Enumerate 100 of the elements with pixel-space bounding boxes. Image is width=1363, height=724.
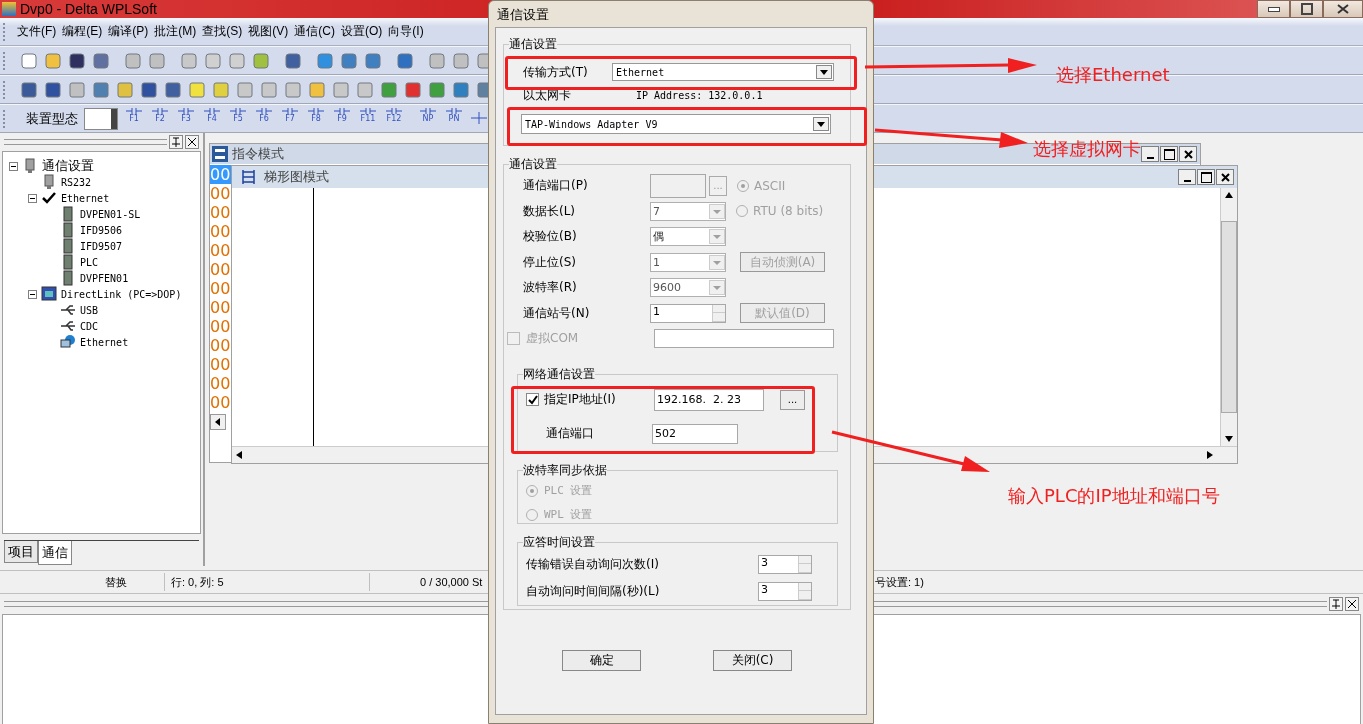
- toolbar-icon[interactable]: [44, 80, 62, 99]
- restore-button[interactable]: [1290, 0, 1323, 18]
- ladder-key-button[interactable]: PN: [444, 107, 464, 130]
- tree-item[interactable]: PLC: [80, 256, 99, 268]
- tree-item[interactable]: CDC: [80, 320, 99, 332]
- pin-icon[interactable]: [1329, 597, 1343, 611]
- toolbar-icon[interactable]: [452, 80, 470, 99]
- menu-item[interactable]: 向导(I): [385, 20, 427, 43]
- tree-item[interactable]: USB: [80, 304, 99, 316]
- ladder-key-button[interactable]: F3: [176, 107, 196, 130]
- tree-item[interactable]: IFD9507: [80, 240, 123, 252]
- tree-item[interactable]: DVPFEN01: [80, 272, 129, 284]
- menu-item[interactable]: 通信(C): [291, 20, 338, 43]
- toolbar-icon[interactable]: [116, 80, 134, 99]
- down-arrow-icon: [1225, 436, 1233, 442]
- close-button[interactable]: [1323, 0, 1363, 18]
- toolbar-icon[interactable]: [164, 80, 182, 99]
- toolbar-icon[interactable]: [404, 80, 422, 99]
- toolbar-icon[interactable]: [308, 80, 326, 99]
- toolbar-icon[interactable]: [428, 51, 446, 70]
- toolbar-icon[interactable]: [20, 80, 38, 99]
- ladder-key-button[interactable]: F9: [332, 107, 352, 130]
- select-field[interactable]: 偶: [650, 227, 726, 247]
- tree-item[interactable]: Ethernet: [80, 336, 129, 348]
- ladder-key-button[interactable]: F8: [306, 107, 326, 130]
- checkbox[interactable]: [526, 393, 539, 406]
- menu-item[interactable]: 批注(M): [151, 20, 200, 43]
- ip-address-field[interactable]: 192.168. 2. 23: [654, 388, 764, 411]
- port-field[interactable]: [650, 173, 706, 198]
- browse-button[interactable]: ...: [780, 389, 805, 410]
- tree-item[interactable]: RS232: [61, 176, 92, 188]
- station-number-field[interactable]: 1: [650, 303, 726, 323]
- menu-item[interactable]: 设置(O): [338, 20, 386, 43]
- tree-item[interactable]: IFD9506: [80, 224, 123, 236]
- ladder-key-button[interactable]: F4: [202, 107, 222, 130]
- number-field[interactable]: 3: [758, 581, 812, 601]
- panel-tab[interactable]: 项目: [4, 541, 38, 563]
- tree-item[interactable]: DirectLink (PC=>DOP): [61, 288, 182, 300]
- select-field[interactable]: 1: [650, 252, 726, 272]
- maximize-button[interactable]: [1160, 146, 1178, 162]
- window-title: 指令模式: [232, 145, 284, 163]
- close-icon: [1337, 4, 1349, 14]
- menu-item[interactable]: 编程(E): [59, 20, 106, 43]
- ladder-key-button[interactable]: F2: [150, 107, 170, 130]
- menu-item[interactable]: 编译(P): [105, 20, 152, 43]
- maximize-button[interactable]: [1197, 169, 1215, 185]
- ld-out-icon: [212, 146, 228, 162]
- toolbar-icon[interactable]: [380, 80, 398, 99]
- number-field[interactable]: 3: [758, 554, 812, 574]
- toolbar-icon[interactable]: [68, 80, 86, 99]
- close-icon[interactable]: [1345, 597, 1359, 611]
- toolbar-icon[interactable]: [452, 51, 470, 70]
- dialog-button[interactable]: 关闭(C): [713, 650, 792, 671]
- minimize-button[interactable]: [1178, 169, 1196, 185]
- tree-item[interactable]: DVPEN01-SL: [80, 208, 141, 220]
- toolbar-icon[interactable]: [140, 80, 158, 99]
- line-number: 00: [210, 298, 232, 317]
- menu-item[interactable]: 文件(F): [14, 20, 60, 43]
- close-button[interactable]: [1216, 169, 1234, 185]
- collapse-icon[interactable]: [28, 289, 37, 299]
- toolbar-icon[interactable]: [92, 80, 110, 99]
- adapter-dropdown[interactable]: TAP-Windows Adapter V9: [521, 114, 831, 134]
- port-field[interactable]: 502: [652, 423, 738, 444]
- ladder-key-button[interactable]: F11: [358, 107, 378, 130]
- minimize-button[interactable]: [1141, 146, 1159, 162]
- ladder-diagram-icon: [240, 169, 258, 185]
- dialog-title: 通信设置: [496, 6, 550, 24]
- select-field[interactable]: 9600: [650, 278, 726, 298]
- panel-tab[interactable]: 通信: [38, 541, 72, 565]
- checkbox-label: 指定IP地址(I): [544, 391, 617, 408]
- ladder-key-button[interactable]: F5: [228, 107, 248, 130]
- tree-item[interactable]: Ethernet: [61, 192, 110, 204]
- minimize-button[interactable]: [1257, 0, 1290, 18]
- ladder-key-button[interactable]: F6: [254, 107, 274, 130]
- scroll-left-button[interactable]: [210, 414, 226, 430]
- vertical-scrollbar[interactable]: [1220, 188, 1237, 446]
- collapse-icon[interactable]: [28, 193, 37, 203]
- ladder-key-button[interactable]: F12: [384, 107, 404, 130]
- pin-icon[interactable]: [169, 135, 183, 149]
- device-type-dropdown[interactable]: [84, 107, 118, 130]
- group-title: 网络通信设置: [523, 365, 595, 383]
- close-button[interactable]: [1179, 146, 1197, 162]
- ladder-key-button[interactable]: F1: [124, 107, 144, 130]
- up-arrow-icon: [1225, 192, 1233, 198]
- collapse-icon[interactable]: [9, 161, 18, 171]
- contact-symbol-icon: [178, 107, 194, 114]
- field-label: 数据长(L): [523, 202, 577, 220]
- select-field[interactable]: 7: [650, 201, 726, 221]
- toolbar-icon[interactable]: [428, 80, 446, 99]
- transport-dropdown[interactable]: Ethernet: [612, 63, 834, 81]
- menu-item[interactable]: 视图(V): [245, 20, 292, 43]
- ladder-key-button[interactable]: NP: [418, 107, 438, 130]
- contact-symbol-icon: [126, 107, 142, 114]
- menu-item[interactable]: 查找(S): [199, 20, 246, 43]
- virtual-com-field[interactable]: [654, 329, 834, 349]
- close-icon[interactable]: [185, 135, 199, 149]
- dialog-button[interactable]: 确定: [562, 650, 641, 671]
- line-number: 00: [210, 260, 232, 279]
- ladder-key-button[interactable]: F7: [280, 107, 300, 130]
- tree-item[interactable]: 通信设置: [42, 157, 94, 175]
